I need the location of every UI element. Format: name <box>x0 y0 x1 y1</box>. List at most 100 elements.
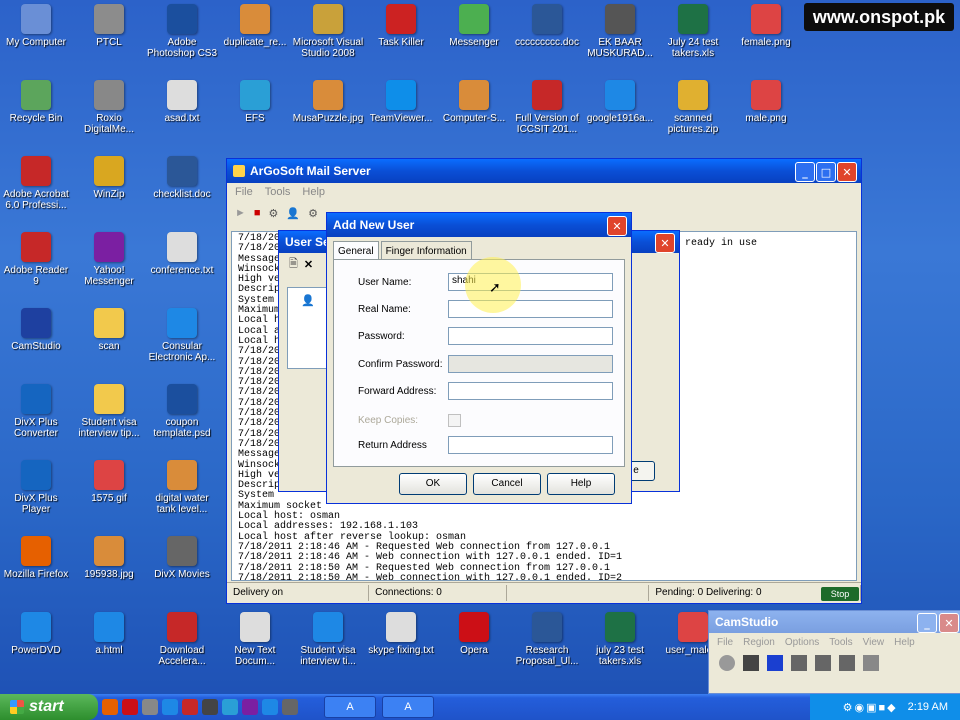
desktop-icon[interactable]: google1916a... <box>584 80 656 124</box>
desktop-icon[interactable]: Adobe Reader 9 <box>0 232 72 287</box>
camstudio-swf-icon[interactable] <box>863 655 879 671</box>
desktop-icon[interactable]: PTCL <box>73 4 145 48</box>
desktop-icon[interactable]: a.html <box>73 612 145 656</box>
desktop-icon[interactable]: Student visa interview tip... <box>73 384 145 439</box>
user-settings-close-button[interactable]: ✕ <box>655 233 675 253</box>
quicklaunch-app6-icon[interactable] <box>282 699 298 715</box>
maximize-button[interactable]: □ <box>816 162 836 182</box>
desktop-icon[interactable]: Research Proposal_Ul... <box>511 612 583 667</box>
desktop-icon[interactable]: female.png <box>730 4 802 48</box>
forward-address-input[interactable] <box>448 382 613 400</box>
camstudio-tool3-icon[interactable] <box>839 655 855 671</box>
start-button[interactable]: start <box>0 694 98 720</box>
menu-file[interactable]: File <box>235 186 253 198</box>
desktop-icon[interactable]: scan <box>73 308 145 352</box>
desktop-icon[interactable]: EFS <box>219 80 291 124</box>
desktop-icon[interactable]: MusaPuzzle.jpg <box>292 80 364 124</box>
quicklaunch-app5-icon[interactable] <box>242 699 258 715</box>
desktop-icon[interactable]: Opera <box>438 612 510 656</box>
add-user-close-button[interactable]: ✕ <box>607 216 627 236</box>
help-button[interactable]: Help <box>547 473 615 495</box>
desktop-icon[interactable]: CamStudio <box>0 308 72 352</box>
user-list[interactable]: 👤 <box>287 287 329 369</box>
camstudio-menu-tools[interactable]: Tools <box>829 637 852 648</box>
stop-button[interactable]: Stop <box>821 587 859 601</box>
camstudio-menu-help[interactable]: Help <box>894 637 915 648</box>
desktop-icon[interactable]: DivX Movies <box>146 536 218 580</box>
password-input[interactable] <box>448 327 613 345</box>
desktop-icon[interactable]: Download Accelera... <box>146 612 218 667</box>
desktop-icon[interactable]: skype fixing.txt <box>365 612 437 656</box>
delete-user-icon[interactable]: ✕ <box>304 258 313 271</box>
desktop-icon[interactable]: My Computer <box>0 4 72 48</box>
quicklaunch-ie-icon[interactable] <box>162 699 178 715</box>
desktop-icon[interactable]: Task Killer <box>365 4 437 48</box>
desktop-icon[interactable]: TeamViewer... <box>365 80 437 124</box>
minimize-button[interactable]: _ <box>795 162 815 182</box>
add-user-icon[interactable]: 🗎 <box>289 255 298 274</box>
desktop-icon[interactable]: Roxio DigitalMe... <box>73 80 145 135</box>
desktop-icon[interactable]: New Text Docum... <box>219 612 291 667</box>
desktop-icon[interactable]: EK BAAR MUSKURAD... <box>584 4 656 59</box>
quicklaunch-ie2-icon[interactable] <box>262 699 278 715</box>
camstudio-tool2-icon[interactable] <box>815 655 831 671</box>
desktop-icon[interactable]: Microsoft Visual Studio 2008 <box>292 4 364 59</box>
desktop-icon[interactable]: WinZip <box>73 156 145 200</box>
stop-record-icon[interactable] <box>767 655 783 671</box>
desktop-icon[interactable]: Full Version of ICCSIT 201... <box>511 80 583 135</box>
settings-icon[interactable]: ⚙ <box>269 207 279 220</box>
menu-help[interactable]: Help <box>302 186 325 198</box>
desktop-icon[interactable]: DivX Plus Converter <box>0 384 72 439</box>
desktop-icon[interactable]: Adobe Acrobat 6.0 Professi... <box>0 156 72 211</box>
quicklaunch-firefox-icon[interactable] <box>102 699 118 715</box>
tab-finger-information[interactable]: Finger Information <box>380 241 472 260</box>
camstudio-menu-file[interactable]: File <box>717 637 733 648</box>
desktop-icon[interactable]: coupon template.psd <box>146 384 218 439</box>
desktop-icon[interactable]: Adobe Photoshop CS3 <box>146 4 218 59</box>
desktop-icon[interactable]: DivX Plus Player <box>0 460 72 515</box>
options-icon[interactable]: ⚙ <box>308 207 318 220</box>
desktop-icon[interactable]: ccccccccc.doc <box>511 4 583 48</box>
desktop-icon[interactable]: duplicate_re... <box>219 4 291 48</box>
camstudio-close-button[interactable]: ✕ <box>939 613 959 633</box>
confirm-password-input[interactable] <box>448 355 613 373</box>
add-user-titlebar[interactable]: Add New User ✕ <box>327 213 631 237</box>
desktop-icon[interactable]: Yahoo! Messenger <box>73 232 145 287</box>
camstudio-menu-options[interactable]: Options <box>785 637 819 648</box>
desktop-icon[interactable]: 195938.jpg <box>73 536 145 580</box>
camstudio-tool-icon[interactable] <box>791 655 807 671</box>
menu-tools[interactable]: Tools <box>265 186 291 198</box>
ok-button[interactable]: OK <box>399 473 467 495</box>
tab-general[interactable]: General <box>333 241 379 260</box>
desktop-icon[interactable]: digital water tank level... <box>146 460 218 515</box>
quicklaunch-app4-icon[interactable] <box>222 699 238 715</box>
quicklaunch-opera-icon[interactable] <box>122 699 138 715</box>
quicklaunch-app-icon[interactable] <box>142 699 158 715</box>
taskbar-button-mail-server[interactable]: A <box>324 696 376 718</box>
desktop-icon[interactable]: Recycle Bin <box>0 80 72 124</box>
return-address-input[interactable] <box>448 436 613 454</box>
camstudio-menu-region[interactable]: Region <box>743 637 775 648</box>
desktop-icon[interactable]: 1575.gif <box>73 460 145 504</box>
quicklaunch-app3-icon[interactable] <box>202 699 218 715</box>
play-icon[interactable]: ► <box>235 207 246 219</box>
mail-server-titlebar[interactable]: ArGoSoft Mail Server _ □ ✕ <box>227 159 861 183</box>
keep-copies-checkbox[interactable] <box>448 413 461 427</box>
desktop-icon[interactable]: checklist.doc <box>146 156 218 200</box>
desktop-icon[interactable]: conference.txt <box>146 232 218 276</box>
desktop-icon[interactable]: Consular Electronic Ap... <box>146 308 218 363</box>
desktop-icon[interactable]: PowerDVD <box>0 612 72 656</box>
desktop-icon[interactable]: male.png <box>730 80 802 124</box>
record-icon[interactable] <box>719 655 735 671</box>
taskbar-button-ie[interactable]: A <box>382 696 434 718</box>
desktop-icon[interactable]: Computer-S... <box>438 80 510 124</box>
pause-icon[interactable] <box>743 655 759 671</box>
cancel-button[interactable]: Cancel <box>473 473 541 495</box>
desktop-icon[interactable]: Student visa interview ti... <box>292 612 364 667</box>
quicklaunch-app2-icon[interactable] <box>182 699 198 715</box>
desktop-icon[interactable]: july 23 test takers.xls <box>584 612 656 667</box>
close-button[interactable]: ✕ <box>837 162 857 182</box>
desktop-icon[interactable]: scanned pictures.zip <box>657 80 729 135</box>
stop-icon[interactable]: ■ <box>254 207 261 219</box>
users-icon[interactable]: 👤 <box>286 207 300 220</box>
